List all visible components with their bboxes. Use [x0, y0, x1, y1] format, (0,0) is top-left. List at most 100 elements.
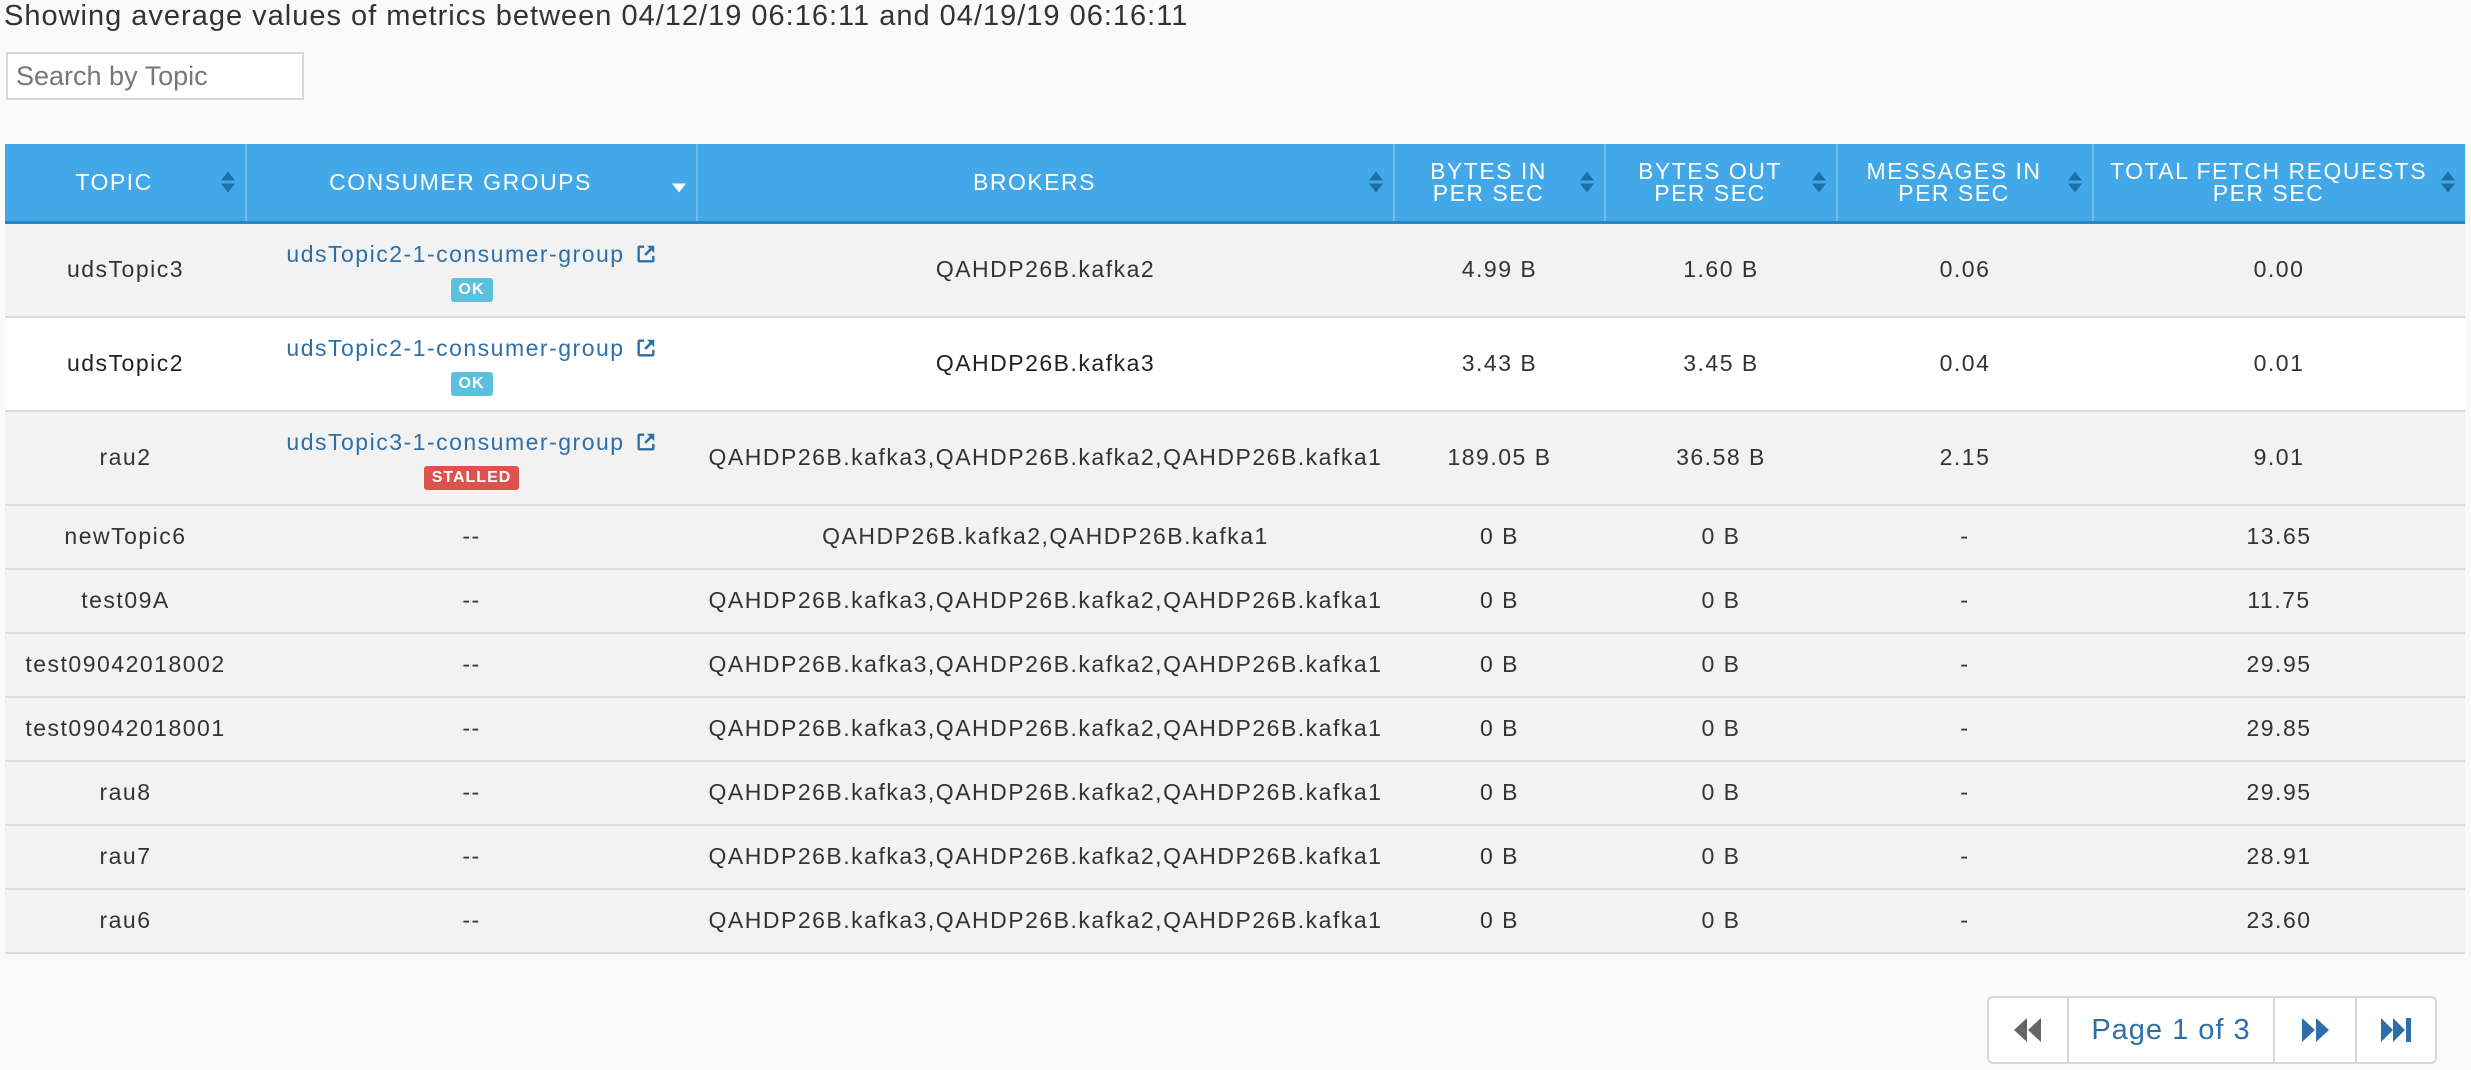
- header-consumer-groups-label: CONSUMER GROUPS: [329, 169, 592, 196]
- consumer-group-cell: --: [246, 760, 697, 826]
- table-header-row: TOPIC CONSUMER GROUPS BROKERS BYTES IN P…: [5, 144, 2465, 224]
- sort-icon: [2441, 171, 2455, 193]
- bytes-in-cell: 0 B: [1394, 504, 1605, 570]
- consumer-group-link[interactable]: udsTopic3-1-consumer-group: [286, 426, 656, 458]
- header-topic-label: TOPIC: [75, 169, 153, 196]
- header-bytes-in[interactable]: BYTES IN PER SEC: [1394, 144, 1606, 224]
- table-row[interactable]: test09A -- QAHDP26B.kafka3,QAHDP26B.kafk…: [5, 568, 2465, 634]
- topic-cell: rau7: [5, 824, 246, 890]
- header-messages-in[interactable]: MESSAGES IN PER SEC: [1837, 144, 2094, 224]
- search-by-topic-input[interactable]: [6, 52, 304, 100]
- brokers-cell: QAHDP26B.kafka3,QAHDP26B.kafka2,QAHDP26B…: [697, 696, 1394, 762]
- external-link-icon: [637, 338, 655, 357]
- messages-in-cell: -: [1837, 824, 2093, 890]
- header-total-fetch-requests-label: TOTAL FETCH REQUESTS PER SEC: [2109, 158, 2428, 207]
- bytes-out-cell: 1.60 B: [1605, 222, 1837, 318]
- header-bytes-out-label: BYTES OUT PER SEC: [1638, 158, 1782, 207]
- messages-in-cell: -: [1837, 504, 2093, 570]
- status-badge: OK: [450, 371, 493, 396]
- sort-icon: [221, 171, 235, 193]
- sort-desc-icon: [672, 172, 686, 193]
- table-row[interactable]: udsTopic3 udsTopic2-1-consumer-group OK …: [5, 222, 2465, 318]
- fetch-requests-cell: 23.60: [2093, 888, 2465, 954]
- bytes-in-cell: 0 B: [1394, 568, 1605, 634]
- table-row[interactable]: rau8 -- QAHDP26B.kafka3,QAHDP26B.kafka2,…: [5, 760, 2465, 826]
- topic-cell: test09042018001: [5, 696, 246, 762]
- messages-in-cell: -: [1837, 888, 2093, 954]
- consumer-group-name: udsTopic3-1-consumer-group: [286, 428, 625, 455]
- brokers-cell: QAHDP26B.kafka3: [697, 316, 1394, 412]
- table-row[interactable]: udsTopic2 udsTopic2-1-consumer-group OK …: [5, 316, 2465, 412]
- bytes-in-cell: 0 B: [1394, 888, 1605, 954]
- status-badge: OK: [450, 277, 493, 302]
- messages-in-cell: -: [1837, 760, 2093, 826]
- bytes-out-cell: 0 B: [1605, 888, 1837, 954]
- fetch-requests-cell: 29.95: [2093, 760, 2465, 826]
- messages-in-cell: -: [1837, 568, 2093, 634]
- topic-cell: udsTopic3: [5, 222, 246, 318]
- brokers-cell: QAHDP26B.kafka3,QAHDP26B.kafka2,QAHDP26B…: [697, 568, 1394, 634]
- table-row[interactable]: test09042018001 -- QAHDP26B.kafka3,QAHDP…: [5, 696, 2465, 762]
- messages-in-cell: -: [1837, 632, 2093, 698]
- bytes-in-cell: 0 B: [1394, 632, 1605, 698]
- header-topic[interactable]: TOPIC: [5, 144, 247, 224]
- consumer-group-cell: --: [246, 632, 697, 698]
- first-page-button[interactable]: [1989, 998, 2069, 1062]
- bytes-in-cell: 0 B: [1394, 760, 1605, 826]
- consumer-group-cell: --: [246, 888, 697, 954]
- metrics-summary-text: Showing average values of metrics betwee…: [4, 0, 1189, 32]
- consumer-group-cell: --: [246, 824, 697, 890]
- fetch-requests-cell: 9.01: [2093, 410, 2465, 506]
- messages-in-cell: -: [1837, 696, 2093, 762]
- consumer-group-name: udsTopic2-1-consumer-group: [286, 240, 625, 267]
- topics-table: TOPIC CONSUMER GROUPS BROKERS BYTES IN P…: [5, 144, 2465, 954]
- bytes-out-cell: 0 B: [1605, 568, 1837, 634]
- brokers-cell: QAHDP26B.kafka2,QAHDP26B.kafka1: [697, 504, 1394, 570]
- brokers-cell: QAHDP26B.kafka2: [697, 222, 1394, 318]
- table-row[interactable]: test09042018002 -- QAHDP26B.kafka3,QAHDP…: [5, 632, 2465, 698]
- messages-in-cell: 2.15: [1837, 410, 2093, 506]
- header-total-fetch-requests[interactable]: TOTAL FETCH REQUESTS PER SEC: [2093, 144, 2465, 224]
- brokers-cell: QAHDP26B.kafka3,QAHDP26B.kafka2,QAHDP26B…: [697, 824, 1394, 890]
- next-page-button[interactable]: [2275, 998, 2357, 1062]
- table-row[interactable]: rau7 -- QAHDP26B.kafka3,QAHDP26B.kafka2,…: [5, 824, 2465, 890]
- bytes-in-cell: 0 B: [1394, 696, 1605, 762]
- header-brokers-label: BROKERS: [973, 169, 1096, 196]
- bytes-out-cell: 3.45 B: [1605, 316, 1837, 412]
- header-brokers[interactable]: BROKERS: [697, 144, 1395, 224]
- fetch-requests-cell: 29.95: [2093, 632, 2465, 698]
- sort-icon: [1580, 171, 1594, 193]
- fetch-requests-cell: 13.65: [2093, 504, 2465, 570]
- bytes-in-cell: 0 B: [1394, 824, 1605, 890]
- messages-in-cell: 0.04: [1837, 316, 2093, 412]
- messages-in-cell: 0.06: [1837, 222, 2093, 318]
- fetch-requests-cell: 0.01: [2093, 316, 2465, 412]
- bytes-out-cell: 0 B: [1605, 504, 1837, 570]
- table-row[interactable]: rau2 udsTopic3-1-consumer-group STALLED …: [5, 410, 2465, 506]
- bytes-in-cell: 4.99 B: [1394, 222, 1605, 318]
- consumer-group-cell: --: [246, 568, 697, 634]
- external-link-icon: [637, 432, 655, 451]
- topic-cell: udsTopic2: [5, 316, 246, 412]
- consumer-group-cell: --: [246, 504, 697, 570]
- page-indicator: Page 1 of 3: [2069, 998, 2275, 1062]
- consumer-group-link[interactable]: udsTopic2-1-consumer-group: [286, 238, 656, 270]
- sort-icon: [1812, 171, 1826, 193]
- bytes-out-cell: 36.58 B: [1605, 410, 1837, 506]
- brokers-cell: QAHDP26B.kafka3,QAHDP26B.kafka2,QAHDP26B…: [697, 410, 1394, 506]
- brokers-cell: QAHDP26B.kafka3,QAHDP26B.kafka2,QAHDP26B…: [697, 632, 1394, 698]
- double-chevron-left-icon: [2014, 1018, 2041, 1042]
- consumer-group-link[interactable]: udsTopic2-1-consumer-group: [286, 332, 656, 364]
- consumer-group-cell: udsTopic3-1-consumer-group STALLED: [246, 410, 697, 506]
- topic-cell: newTopic6: [5, 504, 246, 570]
- header-bytes-out[interactable]: BYTES OUT PER SEC: [1605, 144, 1838, 224]
- topic-cell: test09042018002: [5, 632, 246, 698]
- header-consumer-groups[interactable]: CONSUMER GROUPS: [246, 144, 698, 224]
- table-row[interactable]: newTopic6 -- QAHDP26B.kafka2,QAHDP26B.ka…: [5, 504, 2465, 570]
- topic-cell: rau6: [5, 888, 246, 954]
- bytes-out-cell: 0 B: [1605, 696, 1837, 762]
- fetch-requests-cell: 11.75: [2093, 568, 2465, 634]
- bytes-out-cell: 0 B: [1605, 760, 1837, 826]
- table-row[interactable]: rau6 -- QAHDP26B.kafka3,QAHDP26B.kafka2,…: [5, 888, 2465, 954]
- last-page-button[interactable]: [2357, 998, 2435, 1062]
